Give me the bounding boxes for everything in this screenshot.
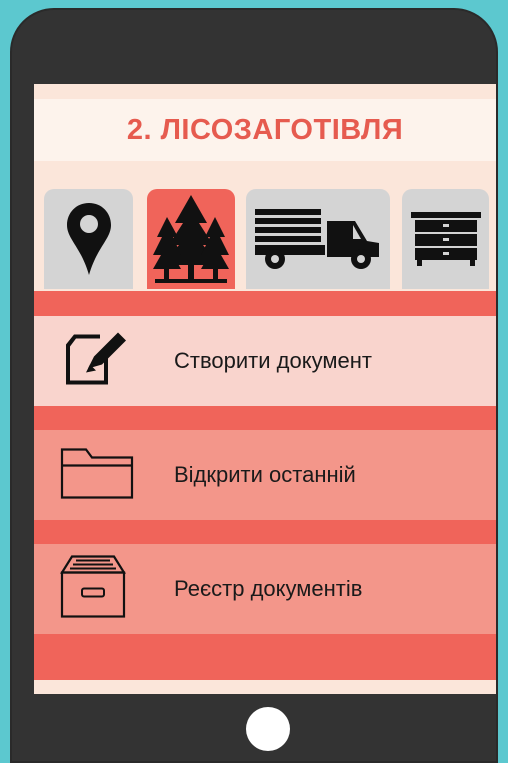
open-last-button[interactable]: Відкрити останній [34, 430, 496, 520]
open-last-label: Відкрити останній [174, 462, 356, 487]
tab-logging[interactable] [147, 189, 235, 289]
edit-document-icon [60, 331, 132, 392]
document-registry-label: Реєстр документів [174, 576, 363, 601]
tab-furniture[interactable] [402, 189, 489, 289]
page-title: 2. ЛІСОЗАГОТІВЛЯ [126, 113, 404, 146]
tab-underline [34, 291, 496, 316]
menu-footer [34, 634, 496, 680]
document-registry-button[interactable]: Реєстр документів [34, 544, 496, 634]
folder-icon [60, 446, 134, 505]
tab-transport[interactable] [246, 189, 390, 289]
archive-box-icon [60, 553, 126, 626]
menu-divider [34, 520, 496, 544]
app-screen: 2. ЛІСОЗАГОТІВЛЯ Створити документ Відкр… [34, 84, 496, 694]
logging-truck-icon [255, 209, 379, 269]
map-pin-icon [66, 203, 111, 275]
menu-divider [34, 406, 496, 430]
home-button[interactable] [246, 707, 290, 751]
create-document-label: Створити документ [174, 348, 372, 373]
create-document-button[interactable]: Створити документ [34, 316, 496, 406]
header-band: 2. ЛІСОЗАГОТІВЛЯ [34, 99, 496, 161]
dresser-icon [410, 212, 481, 266]
pine-trees-icon [153, 195, 229, 283]
tab-location[interactable] [44, 189, 133, 289]
